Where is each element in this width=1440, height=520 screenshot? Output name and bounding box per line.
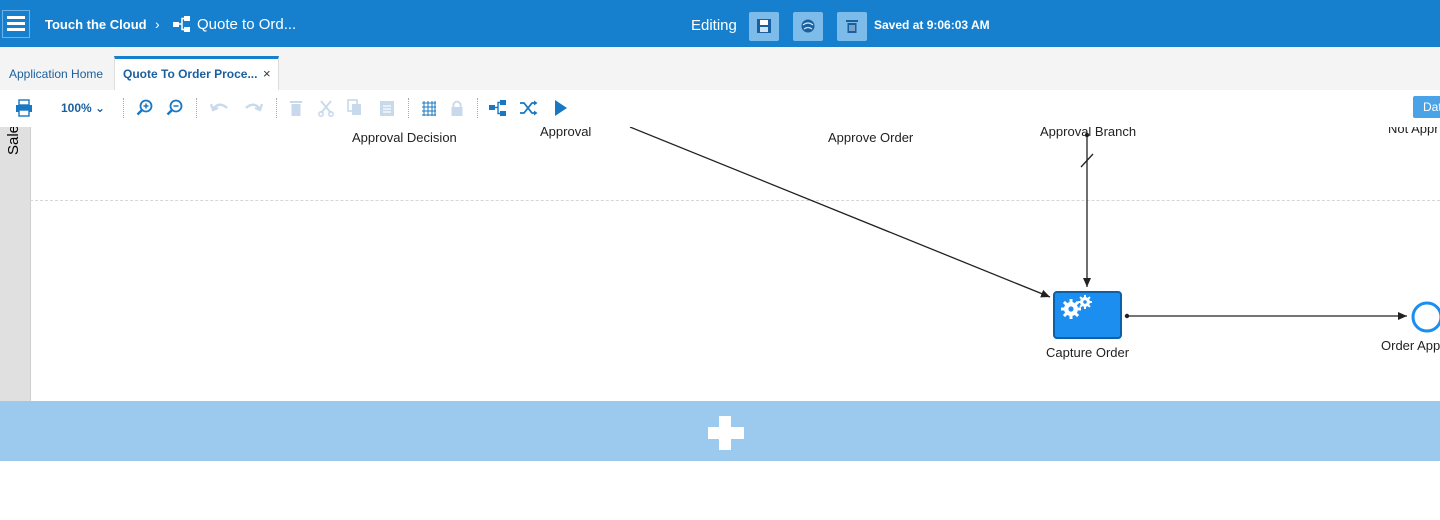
zoom-dropdown[interactable]: 100% ⌄ [61, 101, 105, 115]
label-approval-branch: Approval Branch [1040, 127, 1137, 139]
toolbar-divider [196, 98, 197, 118]
publish-button[interactable] [793, 12, 823, 41]
service-task-capture-order[interactable] [1053, 291, 1122, 339]
tab-bar: Application Home Quote To Order Proce...… [0, 47, 1440, 90]
delete-button[interactable] [837, 12, 867, 41]
editor-toolbar: 100% ⌄ Dat [0, 90, 1440, 128]
top-header-bar: Touch the Cloud › Quote to Ord... Editin… [0, 0, 1440, 47]
diagram-canvas[interactable]: Sale Approval Decision Approval Approve … [0, 127, 1440, 401]
toolbar-divider [276, 98, 277, 118]
toolbar-divider [408, 98, 409, 118]
redo-icon[interactable] [242, 99, 264, 117]
save-status: Saved at 9:06:03 AM [874, 18, 990, 32]
delete-icon [846, 20, 858, 33]
tab-label: Quote To Order Proce... [123, 67, 258, 81]
toolbar-divider [123, 98, 124, 118]
trash-icon[interactable] [288, 99, 304, 117]
label-not-approved: Not Appr [1388, 127, 1439, 136]
label-order-approved: Order App [1381, 338, 1440, 353]
breadcrumb-separator: › [155, 16, 160, 32]
connector-layer [629, 127, 1440, 333]
process-icon [172, 15, 192, 38]
breadcrumb-process[interactable]: Quote to Ord... [197, 16, 296, 33]
plus-icon [708, 427, 744, 439]
tab-quote-to-order[interactable]: Quote To Order Proce... × [114, 56, 279, 90]
label-approval-decision: Approval Decision [352, 130, 457, 145]
run-icon[interactable] [554, 99, 568, 117]
lock-icon[interactable] [450, 99, 464, 117]
label-capture-order: Capture Order [1046, 345, 1130, 360]
publish-icon [801, 19, 815, 33]
save-button[interactable] [749, 12, 779, 41]
data-button[interactable]: Dat [1413, 96, 1440, 118]
zoom-out-icon[interactable] [166, 99, 184, 117]
breadcrumb-application[interactable]: Touch the Cloud [45, 17, 147, 32]
flow-approval-to-capture[interactable] [629, 127, 1051, 298]
zoom-in-icon[interactable] [136, 99, 154, 117]
menu-icon[interactable] [2, 10, 30, 38]
paste-icon[interactable] [379, 99, 395, 117]
copy-icon[interactable] [347, 99, 363, 117]
toolbar-divider [477, 98, 478, 118]
end-event[interactable] [1411, 301, 1440, 333]
cut-icon[interactable] [317, 99, 335, 117]
save-icon [757, 19, 771, 33]
label-approve-order: Approve Order [828, 130, 914, 145]
undo-icon[interactable] [209, 99, 231, 117]
add-swimlane-bar[interactable] [0, 401, 1440, 461]
flow-start-dot [1124, 313, 1130, 319]
grid-icon[interactable] [421, 99, 437, 117]
chevron-down-icon: ⌄ [95, 101, 106, 115]
print-icon[interactable] [15, 99, 33, 117]
mode-label: Editing [691, 17, 737, 34]
label-approval: Approval [540, 127, 592, 139]
shuffle-icon[interactable] [519, 99, 539, 117]
gears-icon [1061, 295, 1092, 319]
tab-application-home[interactable]: Application Home [9, 67, 103, 81]
tab-close-icon[interactable]: × [263, 66, 271, 81]
process-flow-icon[interactable] [488, 99, 508, 117]
